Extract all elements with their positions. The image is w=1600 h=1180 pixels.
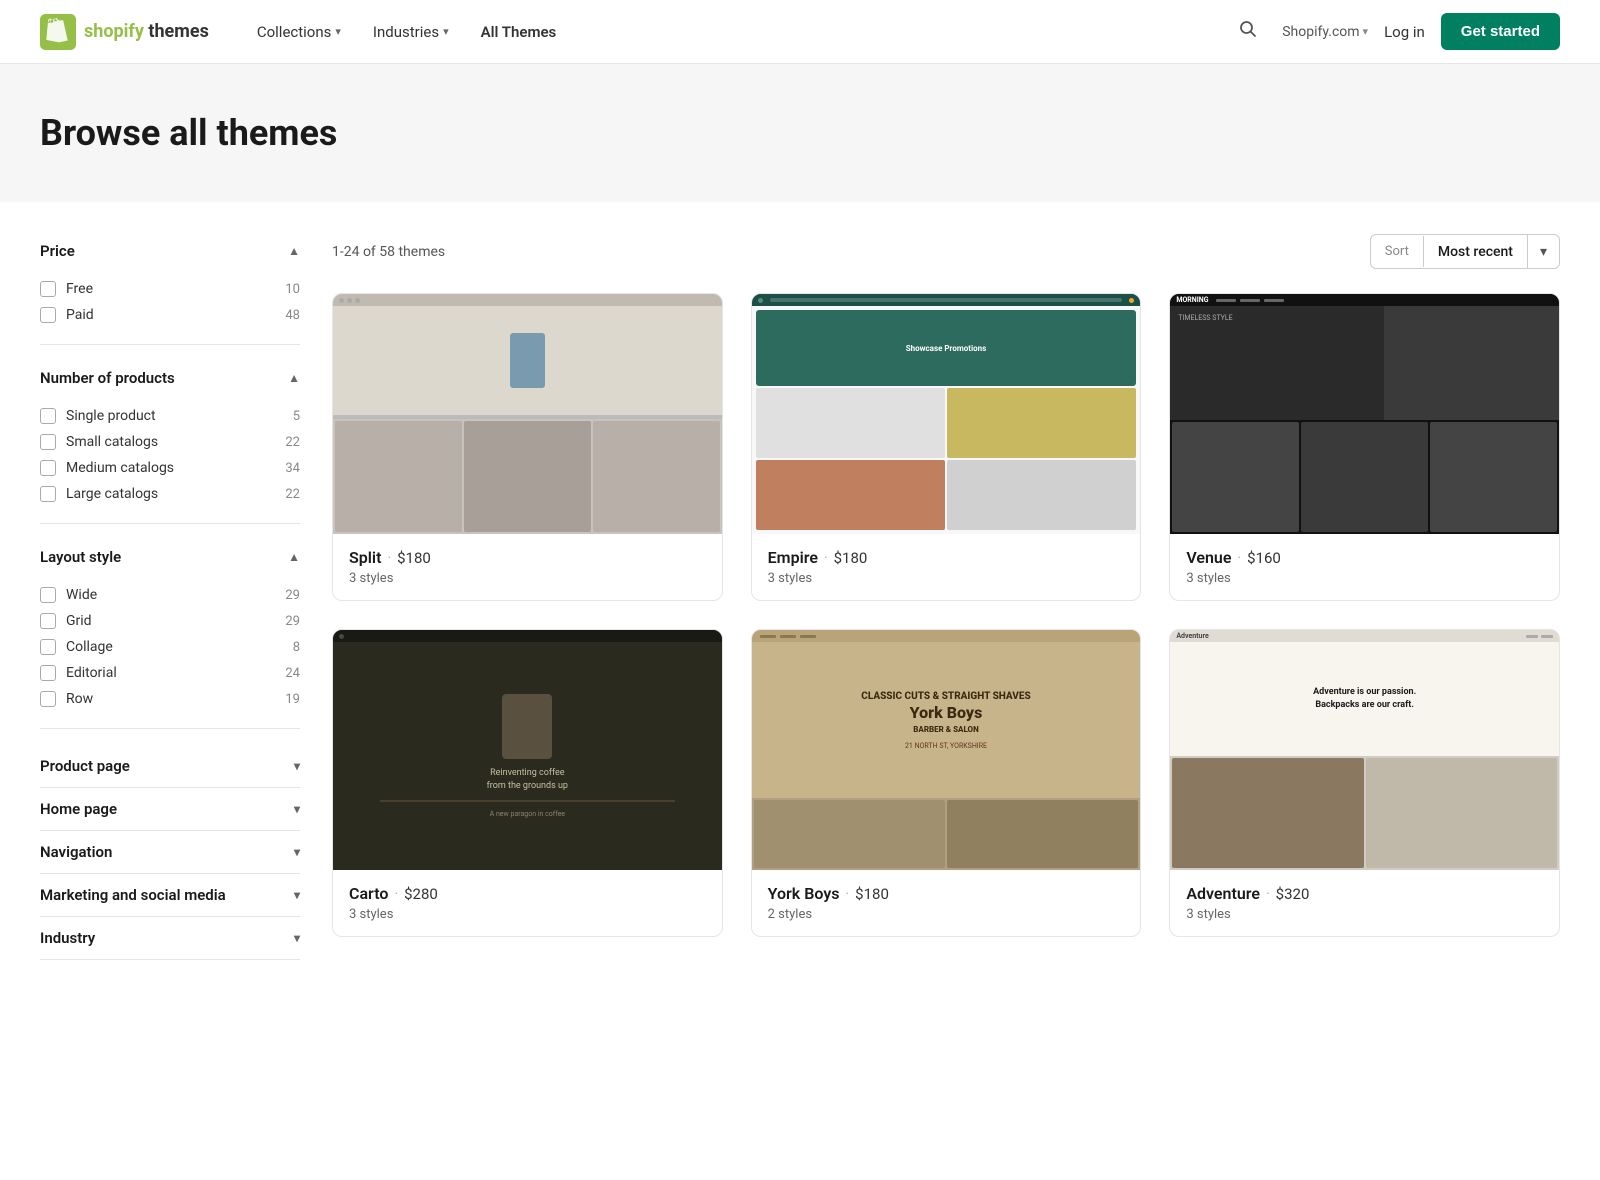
price-chevron-icon: ▲ — [288, 244, 300, 258]
filter-item-small: Small catalogs 22 — [40, 429, 300, 455]
nav-collections[interactable]: Collections ▾ — [245, 15, 353, 49]
themes-count: 1-24 of 58 themes — [332, 244, 445, 260]
navbar: shopify themes Collections ▾ Industries … — [0, 0, 1600, 64]
theme-card-adventure[interactable]: Adventure Adventure is our passion.Backp… — [1169, 629, 1560, 937]
checkbox-grid[interactable] — [40, 613, 56, 629]
checkbox-single[interactable] — [40, 408, 56, 424]
theme-info-split: Split · $180 3 styles — [333, 534, 722, 600]
checkbox-medium[interactable] — [40, 460, 56, 476]
theme-preview-adventure: Adventure Adventure is our passion.Backp… — [1170, 630, 1559, 870]
filter-home-page: Home page ▾ — [40, 788, 300, 831]
checkbox-wide[interactable] — [40, 587, 56, 603]
theme-preview-split — [333, 294, 722, 534]
checkbox-large[interactable] — [40, 486, 56, 502]
page-title: Browse all themes — [40, 112, 1560, 154]
theme-card-empire[interactable]: Showcase Promotions Em — [751, 293, 1142, 601]
theme-info-carto: Carto · $280 3 styles — [333, 870, 722, 936]
theme-card-carto[interactable]: Reinventing coffeefrom the grounds up A … — [332, 629, 723, 937]
sort-value: Most recent — [1424, 236, 1527, 268]
shopify-com-caret-icon: ▾ — [1363, 25, 1369, 38]
filter-products: Number of products ▲ Single product 5 Sm… — [40, 361, 300, 524]
filter-navigation: Navigation ▾ — [40, 831, 300, 874]
nav-industries[interactable]: Industries ▾ — [361, 15, 461, 49]
filter-layout: Layout style ▲ Wide 29 Grid 29 — [40, 540, 300, 729]
layout-chevron-icon: ▲ — [288, 550, 300, 564]
theme-preview-york: CLASSIC CUTS & STRAIGHT SHAVESYork BoysB… — [752, 630, 1141, 870]
theme-card-york[interactable]: CLASSIC CUTS & STRAIGHT SHAVESYork BoysB… — [751, 629, 1142, 937]
filter-item-paid: Paid 48 — [40, 302, 300, 328]
content-area: 1-24 of 58 themes Sort Most recent ▾ — [332, 234, 1560, 960]
theme-preview-empire: Showcase Promotions — [752, 294, 1141, 534]
home-page-chevron-icon: ▾ — [294, 802, 300, 816]
filter-item-large: Large catalogs 22 — [40, 481, 300, 507]
filter-layout-header[interactable]: Layout style ▲ — [40, 540, 300, 574]
nav-links: Collections ▾ Industries ▾ All Themes — [245, 15, 1230, 49]
filter-products-items: Single product 5 Small catalogs 22 Mediu… — [40, 403, 300, 507]
search-button[interactable] — [1230, 11, 1266, 52]
shopify-logo-icon — [40, 14, 76, 50]
sort-label: Sort — [1371, 236, 1424, 267]
filter-item-editorial: Editorial 24 — [40, 660, 300, 686]
theme-info-empire: Empire · $180 3 styles — [752, 534, 1141, 600]
filter-price: Price ▲ Free 10 Paid 48 — [40, 234, 300, 345]
filter-industry-header[interactable]: Industry ▾ — [40, 929, 300, 947]
filter-item-collage: Collage 8 — [40, 634, 300, 660]
sort-caret-icon: ▾ — [1540, 243, 1547, 259]
filter-product-page: Product page ▾ — [40, 745, 300, 788]
filter-marketing-header[interactable]: Marketing and social media ▾ — [40, 886, 300, 904]
checkbox-collage[interactable] — [40, 639, 56, 655]
sort-dropdown-button[interactable]: ▾ — [1527, 235, 1559, 268]
sidebar: Price ▲ Free 10 Paid 48 — [40, 234, 300, 960]
logo-text: shopify themes — [84, 21, 209, 42]
filter-item-row: Row 19 — [40, 686, 300, 712]
products-chevron-icon: ▲ — [288, 371, 300, 385]
get-started-button[interactable]: Get started — [1441, 13, 1560, 50]
search-icon — [1238, 19, 1258, 39]
checkbox-editorial[interactable] — [40, 665, 56, 681]
industries-caret-icon: ▾ — [443, 25, 449, 38]
shopify-com-link[interactable]: Shopify.com ▾ — [1282, 24, 1368, 40]
checkbox-small[interactable] — [40, 434, 56, 450]
filter-industry: Industry ▾ — [40, 917, 300, 960]
theme-preview-carto: Reinventing coffeefrom the grounds up A … — [333, 630, 722, 870]
industry-chevron-icon: ▾ — [294, 931, 300, 945]
hero-section: Browse all themes — [0, 64, 1600, 202]
sort-control: Sort Most recent ▾ — [1370, 234, 1560, 269]
theme-info-venue: Venue · $160 3 styles — [1170, 534, 1559, 600]
checkbox-paid[interactable] — [40, 307, 56, 323]
logo[interactable]: shopify themes — [40, 14, 209, 50]
filter-navigation-header[interactable]: Navigation ▾ — [40, 843, 300, 861]
filter-home-page-header[interactable]: Home page ▾ — [40, 800, 300, 818]
content-header: 1-24 of 58 themes Sort Most recent ▾ — [332, 234, 1560, 269]
themes-grid: Split · $180 3 styles — [332, 293, 1560, 937]
theme-preview-venue: MORNING TIMELESS STYLE — [1170, 294, 1559, 534]
filter-item-single: Single product 5 — [40, 403, 300, 429]
checkbox-row[interactable] — [40, 691, 56, 707]
filter-item-wide: Wide 29 — [40, 582, 300, 608]
checkbox-free[interactable] — [40, 281, 56, 297]
filter-product-page-header[interactable]: Product page ▾ — [40, 757, 300, 775]
collections-caret-icon: ▾ — [335, 25, 341, 38]
filter-marketing: Marketing and social media ▾ — [40, 874, 300, 917]
filter-item-medium: Medium catalogs 34 — [40, 455, 300, 481]
filter-price-header[interactable]: Price ▲ — [40, 234, 300, 268]
filter-layout-items: Wide 29 Grid 29 Collage 8 — [40, 582, 300, 712]
login-link[interactable]: Log in — [1384, 23, 1425, 41]
theme-card-split[interactable]: Split · $180 3 styles — [332, 293, 723, 601]
main-layout: Price ▲ Free 10 Paid 48 — [0, 202, 1600, 992]
filter-item-free: Free 10 — [40, 276, 300, 302]
filter-item-grid: Grid 29 — [40, 608, 300, 634]
theme-info-adventure: Adventure · $320 3 styles — [1170, 870, 1559, 936]
marketing-chevron-icon: ▾ — [294, 888, 300, 902]
theme-info-york: York Boys · $180 2 styles — [752, 870, 1141, 936]
theme-card-venue[interactable]: MORNING TIMELESS STYLE — [1169, 293, 1560, 601]
navigation-chevron-icon: ▾ — [294, 845, 300, 859]
filter-products-header[interactable]: Number of products ▲ — [40, 361, 300, 395]
nav-right: Shopify.com ▾ Log in Get started — [1230, 11, 1560, 52]
product-page-chevron-icon: ▾ — [294, 759, 300, 773]
filter-price-items: Free 10 Paid 48 — [40, 276, 300, 328]
nav-all-themes[interactable]: All Themes — [469, 15, 569, 49]
